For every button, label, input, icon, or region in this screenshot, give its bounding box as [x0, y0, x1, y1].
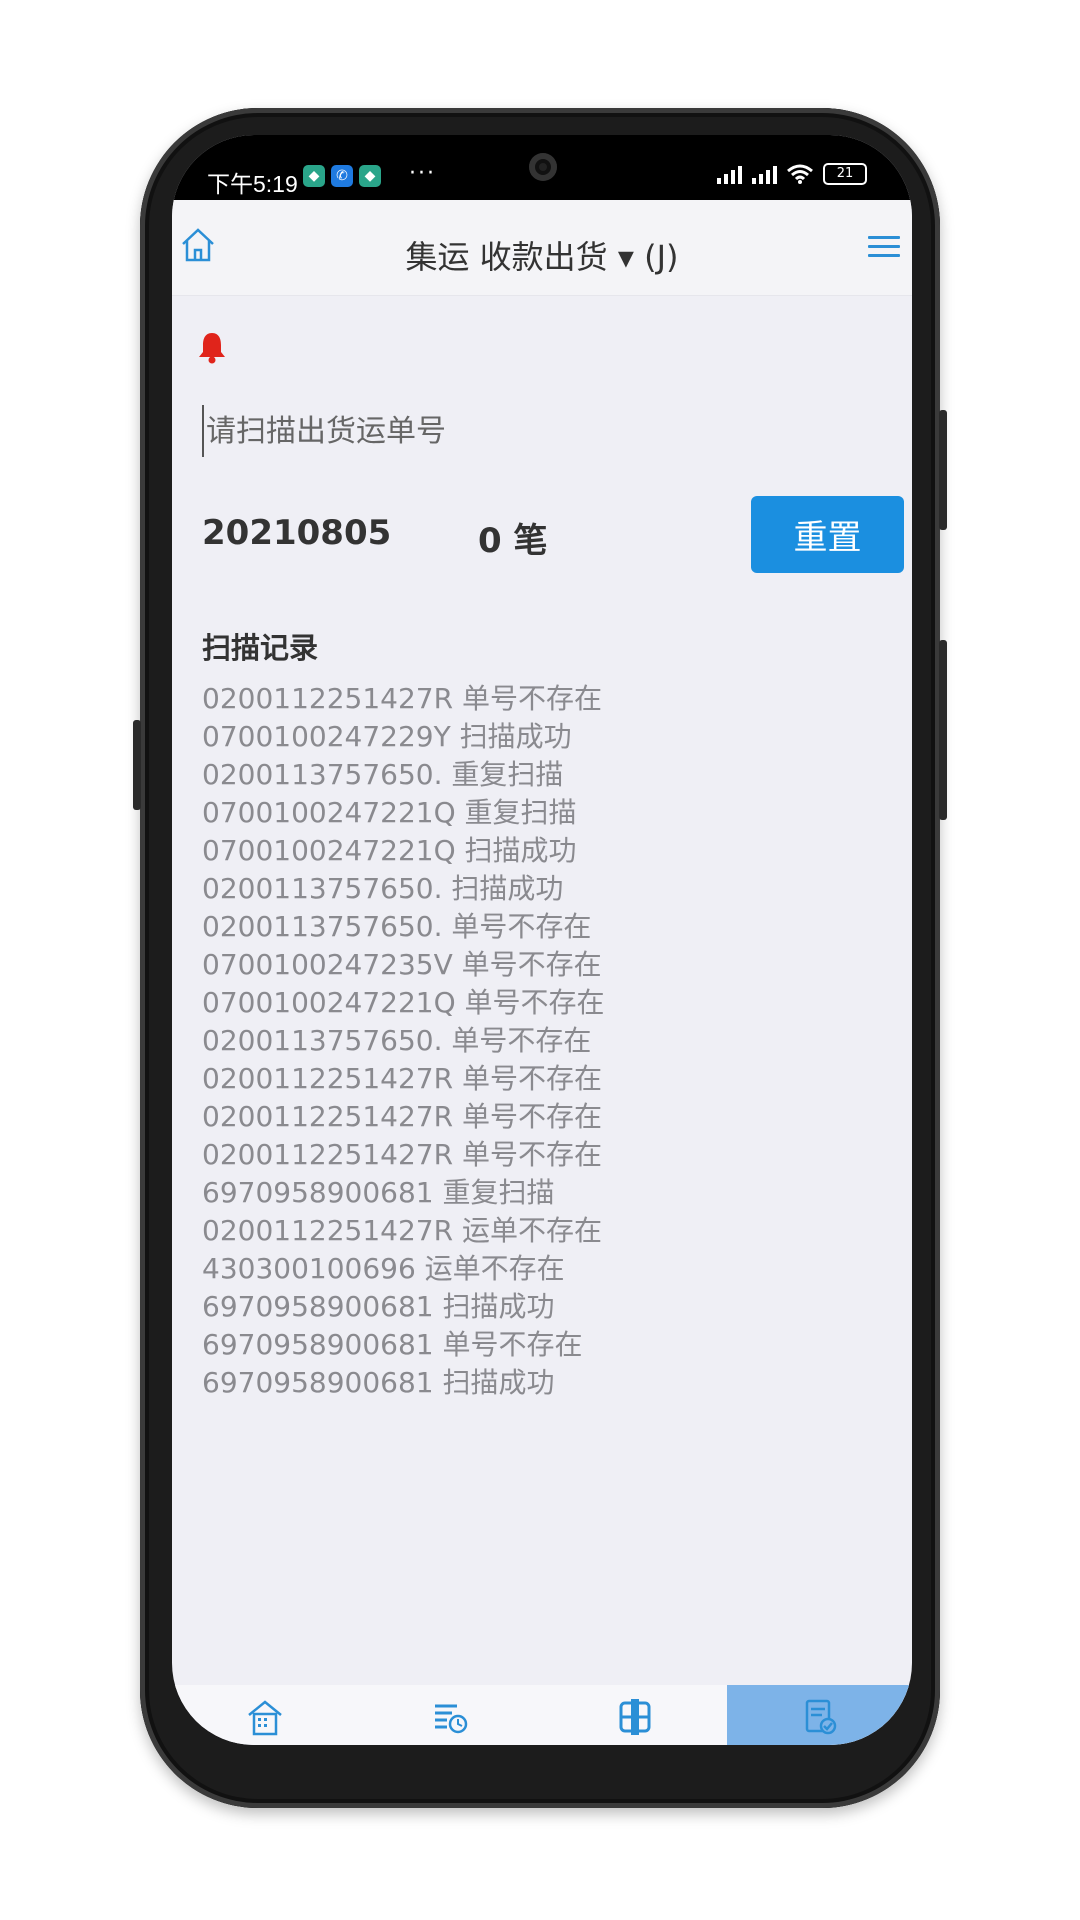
volume-button [939, 640, 947, 820]
phone-app-icon: ✆ [331, 165, 353, 187]
menu-icon[interactable] [868, 236, 900, 258]
nav-item-home[interactable] [172, 1685, 357, 1745]
scan-records-list: 0200112251427R 单号不存在 0700100247229Y 扫描成功… [202, 680, 605, 1402]
shield-app-icon: ◆ [303, 165, 325, 187]
record-item: 0200112251427R 单号不存在 [202, 682, 602, 715]
reset-button[interactable]: 重置 [751, 496, 904, 573]
clipboard-check-icon [805, 1699, 836, 1735]
record-item: 430300100696 运单不存在 [202, 1252, 565, 1285]
app-header: 集运 收款出货 ▾ (J) [172, 200, 912, 296]
bell-icon[interactable] [197, 330, 227, 364]
wifi-icon [787, 164, 813, 184]
record-item: 6970958900681 单号不存在 [202, 1328, 583, 1361]
record-item: 0200113757650. 单号不存在 [202, 1024, 592, 1057]
record-item: 0200112251427R 单号不存在 [202, 1100, 602, 1133]
record-item: 0700100247221Q 重复扫描 [202, 796, 577, 829]
record-item: 0200113757650. 单号不存在 [202, 910, 592, 943]
record-item: 0700100247221Q 扫描成功 [202, 834, 577, 867]
status-bar: 下午5:19 ◆ ✆ ◆ ··· 21 [172, 135, 912, 200]
scan-count: 0 笔 [478, 521, 548, 561]
record-item: 0700100247221Q 单号不存在 [202, 986, 605, 1019]
date-text: 20210805 [202, 513, 392, 553]
nav-item-package[interactable] [542, 1685, 727, 1745]
record-item: 0700100247229Y 扫描成功 [202, 720, 572, 753]
scan-input[interactable] [202, 405, 768, 457]
list-clock-icon [434, 1704, 467, 1734]
page-title[interactable]: 集运 收款出货 ▾ (J) [172, 232, 912, 278]
battery-icon: 21 [823, 163, 867, 185]
record-item: 0200113757650. 重复扫描 [202, 758, 564, 791]
status-right: 21 [717, 163, 867, 185]
signal-icon [717, 164, 742, 184]
bottom-nav [172, 1685, 912, 1745]
record-item: 0200113757650. 扫描成功 [202, 872, 564, 905]
status-time: 下午5:19 [207, 171, 298, 197]
more-notifications-icon: ··· [409, 161, 436, 186]
record-item: 0200112251427R 单号不存在 [202, 1062, 602, 1095]
side-button [133, 720, 141, 810]
record-item: 6970958900681 扫描成功 [202, 1290, 555, 1323]
record-item: 0200112251427R 运单不存在 [202, 1214, 602, 1247]
record-item: 6970958900681 重复扫描 [202, 1176, 555, 1209]
phone-screen: 下午5:19 ◆ ✆ ◆ ··· 21 集运 收款出货 ▾ (J) 请扫描出货运… [172, 135, 912, 1745]
shield-app-icon-2: ◆ [359, 165, 381, 187]
power-button [939, 410, 947, 530]
record-item: 6970958900681 扫描成功 [202, 1366, 555, 1399]
building-icon [247, 1700, 282, 1736]
notification-icons: ◆ ✆ ◆ [303, 165, 381, 187]
record-item: 0700100247235V 单号不存在 [202, 948, 602, 981]
nav-item-checkout[interactable] [727, 1685, 912, 1745]
records-title: 扫描记录 [202, 631, 319, 665]
front-camera [529, 153, 557, 181]
nav-item-records[interactable] [357, 1685, 542, 1745]
record-item: 0200112251427R 单号不存在 [202, 1138, 602, 1171]
package-icon [619, 1699, 650, 1735]
signal-hd-icon [752, 164, 777, 184]
